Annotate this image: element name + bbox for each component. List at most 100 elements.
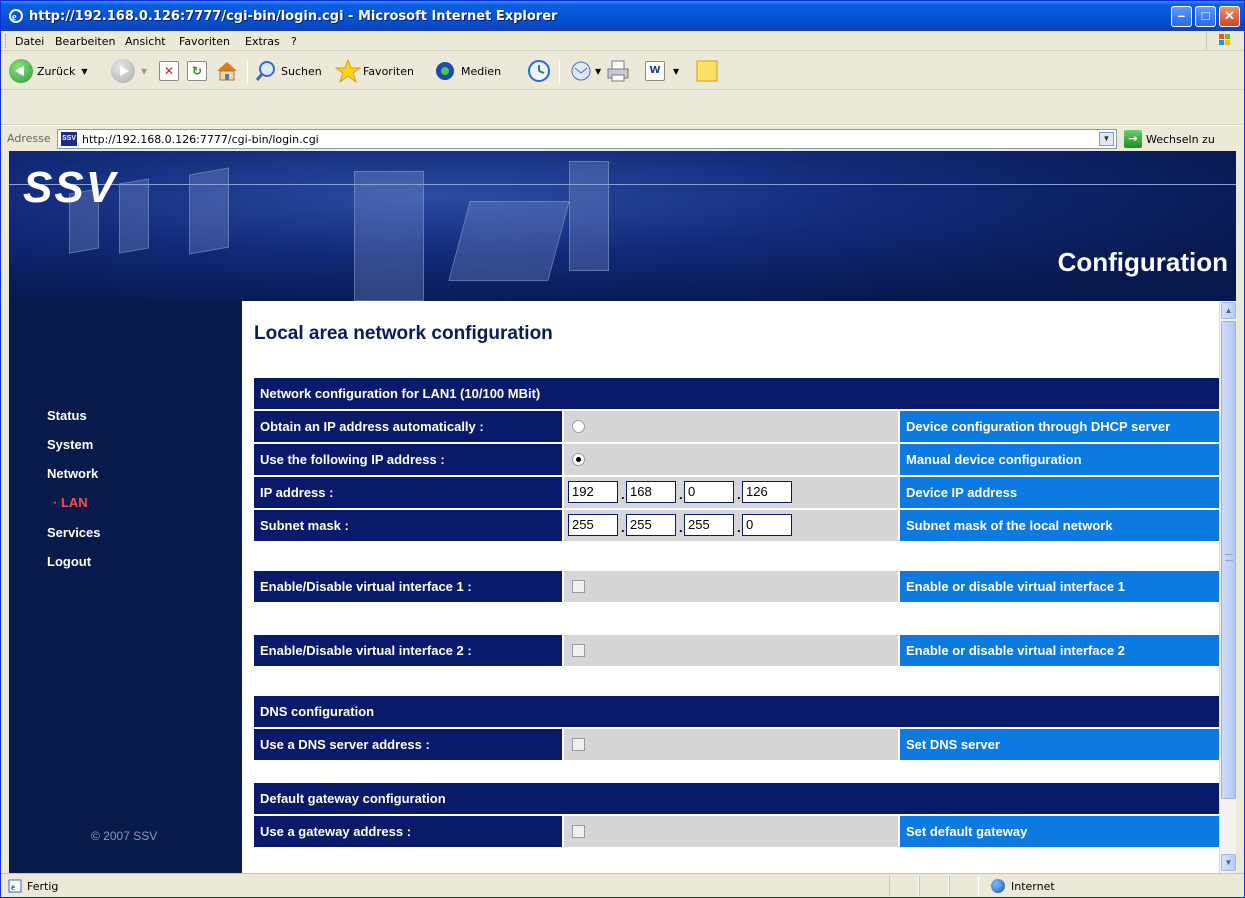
- menu-extras[interactable]: Extras: [245, 35, 280, 48]
- lan-header: Network configuration for LAN1 (10/100 M…: [254, 378, 1222, 409]
- ip-octet-4-input[interactable]: 126: [742, 481, 792, 503]
- forward-dropdown-icon[interactable]: ▼: [141, 67, 147, 76]
- nav-item-logout[interactable]: Logout: [47, 554, 91, 569]
- ip-octet-1-input[interactable]: 192: [568, 481, 618, 503]
- header-banner: SSV Configuration: [9, 151, 1236, 301]
- security-zone: Internet: [991, 879, 1055, 893]
- scroll-up-icon[interactable]: ▲: [1221, 302, 1236, 319]
- globe-icon: [991, 879, 1005, 893]
- favorites-button[interactable]: Favoriten: [335, 58, 414, 84]
- scroll-thumb[interactable]: [1221, 321, 1236, 799]
- title-bar[interactable]: e http://192.168.0.126:7777/cgi-bin/logi…: [1, 1, 1244, 31]
- menubar-grip[interactable]: [5, 34, 7, 48]
- mail-dropdown-icon[interactable]: ▼: [595, 67, 601, 76]
- dhcp-label: Obtain an IP address automatically :: [254, 411, 562, 442]
- manual-ip-description: Manual device configuration: [900, 444, 1222, 475]
- media-button[interactable]: Medien: [433, 58, 501, 84]
- maximize-button[interactable]: □: [1195, 6, 1216, 27]
- mask-octet-1-input[interactable]: 255: [568, 514, 618, 536]
- vif1-checkbox[interactable]: [572, 580, 585, 593]
- banner-decoration: [189, 167, 229, 255]
- mail-button[interactable]: ▼: [569, 58, 601, 84]
- dhcp-description: Device configuration through DHCP server: [900, 411, 1222, 442]
- subnet-mask-control-cell: 255 . 255 . 255 . 0: [564, 510, 898, 541]
- nav-item-network[interactable]: Network: [47, 466, 98, 481]
- back-dropdown-icon[interactable]: ▼: [81, 67, 87, 76]
- gateway-description: Set default gateway: [900, 816, 1222, 847]
- back-button[interactable]: Zurück ▼: [9, 58, 88, 84]
- svg-text:e: e: [12, 12, 17, 23]
- forward-arrow-icon: [111, 59, 135, 83]
- note-icon: [696, 60, 718, 82]
- menu-bearbeiten[interactable]: Bearbeiten: [55, 35, 115, 48]
- address-input[interactable]: SSV http://192.168.0.126:7777/cgi-bin/lo…: [57, 129, 1117, 149]
- word-icon: W: [645, 61, 665, 81]
- gateway-row: Use a gateway address : Set default gate…: [254, 816, 1222, 847]
- vif2-label: Enable/Disable virtual interface 2 :: [254, 635, 562, 666]
- status-pane: [949, 876, 979, 896]
- menu-favoriten[interactable]: Favoriten: [179, 35, 230, 48]
- lan-header-row: Network configuration for LAN1 (10/100 M…: [254, 378, 1222, 409]
- ie-logo-icon: e: [9, 9, 23, 23]
- status-text: Fertig: [27, 880, 59, 893]
- windows-logo-icon: [1206, 32, 1240, 50]
- page-title: Configuration: [1057, 247, 1228, 277]
- nav-item-system[interactable]: System: [47, 437, 93, 452]
- address-dropdown-icon[interactable]: ▼: [1099, 132, 1114, 146]
- monitor-decoration: [448, 201, 570, 281]
- vif2-control-cell: [564, 635, 898, 666]
- go-arrow-icon: →: [1124, 130, 1142, 148]
- dhcp-radio[interactable]: [572, 420, 585, 433]
- refresh-button[interactable]: ↻: [187, 58, 207, 84]
- toolbar: Zurück ▼ ▼ ✕ ↻ Suchen Favoriten Medien ▼…: [1, 52, 1244, 90]
- minimize-button[interactable]: –: [1171, 6, 1192, 27]
- gateway-checkbox[interactable]: [572, 825, 585, 838]
- mask-octet-2-input[interactable]: 255: [626, 514, 676, 536]
- back-arrow-icon: [9, 59, 33, 83]
- stop-icon: ✕: [159, 61, 179, 81]
- menu-bar: Datei Bearbeiten Ansicht Favoriten Extra…: [1, 31, 1244, 51]
- copyright-text: © 2007 SSV: [91, 829, 158, 843]
- gateway-label: Use a gateway address :: [254, 816, 562, 847]
- home-button[interactable]: [215, 58, 239, 84]
- nav-item-lan[interactable]: · LAN: [53, 495, 88, 510]
- edit-dropdown-icon[interactable]: ▼: [673, 67, 679, 76]
- go-button[interactable]: → Wechseln zu: [1124, 130, 1215, 148]
- history-button[interactable]: [527, 58, 551, 84]
- mail-icon: [571, 61, 591, 81]
- status-bar: e Fertig Internet: [1, 873, 1244, 897]
- search-button[interactable]: Suchen: [255, 58, 322, 84]
- status-pane: [919, 876, 949, 896]
- manual-ip-radio[interactable]: [572, 453, 585, 466]
- ip-dot: .: [737, 487, 741, 502]
- messenger-button[interactable]: [695, 58, 719, 84]
- window-title: http://192.168.0.126:7777/cgi-bin/login.…: [29, 9, 558, 24]
- gateway-header: Default gateway configuration: [254, 783, 1222, 814]
- media-label: Medien: [461, 64, 502, 78]
- forward-button[interactable]: ▼: [111, 58, 147, 84]
- ip-octet-2-input[interactable]: 168: [626, 481, 676, 503]
- menu-help[interactable]: ?: [291, 35, 297, 48]
- dns-checkbox[interactable]: [572, 738, 585, 751]
- scroll-down-icon[interactable]: ▼: [1221, 854, 1236, 871]
- virtual-interface-1-row: Enable/Disable virtual interface 1 : Ena…: [254, 571, 1222, 602]
- ip-address-row: IP address : 192 . 168 . 0 . 126 Device …: [254, 477, 1222, 508]
- stop-button[interactable]: ✕: [159, 58, 179, 84]
- vif1-description: Enable or disable virtual interface 1: [900, 571, 1222, 602]
- dns-control-cell: [564, 729, 898, 760]
- mask-octet-4-input[interactable]: 0: [742, 514, 792, 536]
- nav-item-status[interactable]: Status: [47, 408, 87, 423]
- menu-datei[interactable]: Datei: [15, 35, 44, 48]
- manual-ip-label: Use the following IP address :: [254, 444, 562, 475]
- vertical-scrollbar[interactable]: ▲ ▼: [1219, 301, 1236, 873]
- dns-label: Use a DNS server address :: [254, 729, 562, 760]
- print-button[interactable]: [605, 58, 631, 84]
- edit-word-button[interactable]: W ▼: [645, 58, 679, 84]
- vif2-checkbox[interactable]: [572, 644, 585, 657]
- close-button[interactable]: ✕: [1219, 6, 1240, 27]
- site-favicon-icon: SSV: [61, 132, 77, 146]
- menu-ansicht[interactable]: Ansicht: [125, 35, 166, 48]
- ip-octet-3-input[interactable]: 0: [684, 481, 734, 503]
- nav-item-services[interactable]: Services: [47, 525, 101, 540]
- mask-octet-3-input[interactable]: 255: [684, 514, 734, 536]
